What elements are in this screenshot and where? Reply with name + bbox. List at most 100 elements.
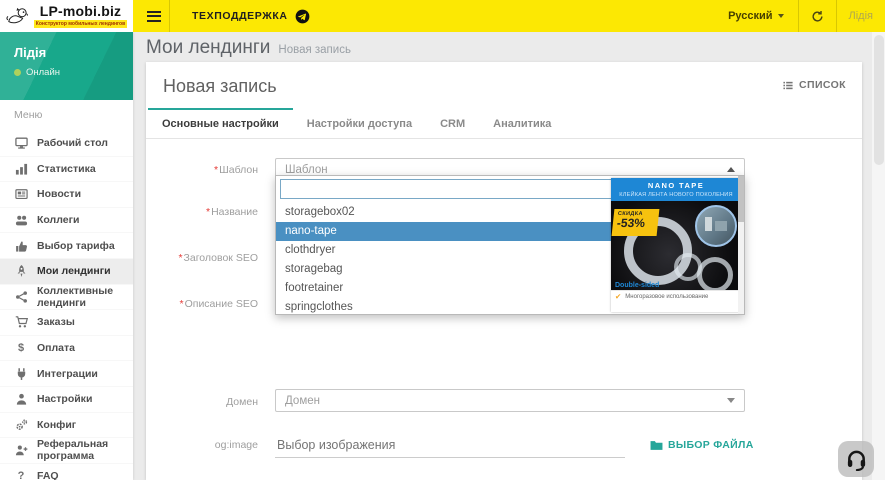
- sidebar-item-config[interactable]: Конфиг: [0, 413, 133, 439]
- refresh-button[interactable]: [799, 0, 836, 32]
- tape-roll-small: [697, 257, 733, 290]
- language-label: Русский: [728, 10, 772, 22]
- required-mark: *: [180, 298, 184, 310]
- tab-label: Аналитика: [493, 118, 551, 130]
- sidebar-item-collective-landings[interactable]: Коллективные лендинги: [0, 285, 133, 311]
- seo-title-label: *Заголовок SEO: [146, 252, 258, 264]
- sidebar-item-payment[interactable]: $ Оплата: [0, 336, 133, 362]
- page-scrollbar[interactable]: [872, 32, 885, 480]
- support-chat-button[interactable]: [838, 441, 874, 477]
- tab-label: CRM: [440, 118, 465, 130]
- sidebar-item-label: Коллективные лендинги: [37, 285, 133, 309]
- page-scrollbar-thumb[interactable]: [874, 35, 884, 165]
- template-search-input[interactable]: [280, 179, 612, 199]
- list-icon: [782, 80, 794, 91]
- name-label: *Название: [146, 206, 258, 218]
- question-icon: ?: [13, 471, 29, 480]
- sidebar-user-status: Онлайн: [26, 67, 60, 78]
- folder-icon: [650, 440, 663, 451]
- sidebar-item-integrations[interactable]: Интеграции: [0, 361, 133, 387]
- template-label: *Шаблон: [146, 164, 258, 176]
- required-mark: *: [206, 206, 210, 218]
- sidebar-user-panel: Лідія Онлайн: [0, 32, 133, 100]
- dropdown-option[interactable]: clothdryer: [276, 241, 615, 260]
- sidebar-item-news[interactable]: Новости: [0, 182, 133, 208]
- hamburger-menu-icon[interactable]: [139, 0, 169, 32]
- template-dropdown-panel: storagebox02 nano-tape clothdryer storag…: [275, 175, 745, 315]
- template-preview-image: NANO TAPE КЛЕЙКАЯ ЛЕНТА НОВОГО ПОКОЛЕНИЯ…: [611, 178, 741, 312]
- headset-icon: [845, 448, 868, 471]
- og-image-label: og:image: [146, 439, 258, 451]
- dropdown-option[interactable]: springclothes: [276, 298, 615, 317]
- chevron-down-icon: [778, 14, 784, 18]
- sidebar-item-label: Оплата: [37, 342, 75, 354]
- list-button[interactable]: СПИСОК: [782, 79, 846, 91]
- sidebar-item-label: Мои лендинги: [37, 265, 111, 277]
- og-image-input[interactable]: [275, 433, 625, 458]
- cart-icon: [13, 315, 29, 329]
- sidebar-item-dashboard[interactable]: Рабочий стол: [0, 131, 133, 157]
- language-selector[interactable]: Русский: [714, 0, 797, 32]
- card-title: Новая запись: [163, 76, 277, 97]
- online-status-dot: [14, 69, 21, 76]
- sidebar: Лідія Онлайн Меню Рабочий стол Статистик…: [0, 32, 133, 480]
- dropdown-scrollbar[interactable]: [738, 176, 744, 314]
- sidebar-item-referral[interactable]: Реферальная программа: [0, 438, 133, 464]
- domain-select-placeholder: Домен: [285, 395, 320, 407]
- dropdown-option-selected[interactable]: nano-tape: [276, 222, 615, 241]
- choose-file-button[interactable]: ВЫБОР ФАЙЛА: [650, 439, 754, 451]
- chevron-down-icon: [727, 398, 735, 403]
- desktop-icon: [13, 136, 29, 150]
- logo[interactable]: LP-mobi.biz Конструктор мобильных лендин…: [0, 0, 133, 32]
- topbar: LP-mobi.biz Конструктор мобильных лендин…: [0, 0, 885, 32]
- user-menu[interactable]: Лідія: [837, 0, 885, 32]
- choose-file-label: ВЫБОР ФАЙЛА: [668, 439, 754, 451]
- sidebar-menu: Рабочий стол Статистика Новости Коллеги: [0, 131, 133, 480]
- tab-label: Настройки доступа: [307, 118, 412, 130]
- plug-icon: [13, 367, 29, 381]
- dropdown-option[interactable]: storagebag: [276, 260, 615, 279]
- sidebar-item-faq[interactable]: ? FAQ: [0, 464, 133, 480]
- tariff-icon: [13, 239, 29, 253]
- tab-analytics[interactable]: Аналитика: [479, 108, 565, 138]
- sidebar-item-statistics[interactable]: Статистика: [0, 157, 133, 183]
- discount-badge: СКИДКА -53%: [612, 209, 660, 236]
- seo-description-label: *Описание SEO: [146, 298, 258, 310]
- sidebar-item-my-landings[interactable]: Мои лендинги: [0, 259, 133, 285]
- sidebar-item-label: Рабочий стол: [37, 137, 108, 149]
- logo-subtitle: Конструктор мобильных лендингов: [34, 20, 127, 28]
- telegram-icon: [295, 9, 310, 24]
- preview-caption: Double-sided: [615, 282, 659, 289]
- logo-title: LP-mobi.biz: [40, 4, 122, 19]
- check-icon: ✔: [615, 293, 621, 301]
- sidebar-item-colleagues[interactable]: Коллеги: [0, 208, 133, 234]
- sidebar-item-label: Конфиг: [37, 419, 76, 431]
- logo-dog-icon: [6, 6, 30, 26]
- sidebar-item-label: Выбор тарифа: [37, 240, 115, 252]
- support-label: ТЕХПОДДЕРЖКА: [192, 10, 288, 22]
- preview-product-image: СКИДКА -53% Double-sided: [611, 201, 741, 290]
- sidebar-item-settings[interactable]: Настройки: [0, 387, 133, 413]
- support-button[interactable]: ТЕХПОДДЕРЖКА: [170, 0, 332, 32]
- tab-crm[interactable]: CRM: [426, 108, 479, 138]
- breadcrumb: Новая запись: [278, 44, 351, 56]
- colleagues-icon: [13, 213, 29, 227]
- dropdown-option[interactable]: footretainer: [276, 279, 615, 298]
- new-record-card: Новая запись СПИСОК Основные настройки Н…: [146, 62, 862, 480]
- sidebar-item-label: Настройки: [37, 393, 92, 405]
- user-icon: [13, 392, 29, 406]
- template-select-placeholder: Шаблон: [285, 164, 328, 176]
- sidebar-item-tariff[interactable]: Выбор тарифа: [0, 233, 133, 259]
- stats-icon: [13, 162, 29, 176]
- tab-access-settings[interactable]: Настройки доступа: [293, 108, 426, 138]
- template-options-list: storagebox02 nano-tape clothdryer storag…: [276, 203, 615, 317]
- tab-main-settings[interactable]: Основные настройки: [148, 108, 293, 138]
- tab-bar: Основные настройки Настройки доступа CRM…: [146, 108, 862, 139]
- dropdown-option[interactable]: storagebox02: [276, 203, 615, 222]
- sidebar-item-orders[interactable]: Заказы: [0, 310, 133, 336]
- domain-select[interactable]: Домен: [275, 389, 745, 412]
- user-plus-icon: [13, 443, 29, 457]
- sidebar-item-label: Коллеги: [37, 214, 79, 226]
- dropdown-scrollbar-thumb[interactable]: [738, 176, 744, 222]
- news-icon: [13, 187, 29, 201]
